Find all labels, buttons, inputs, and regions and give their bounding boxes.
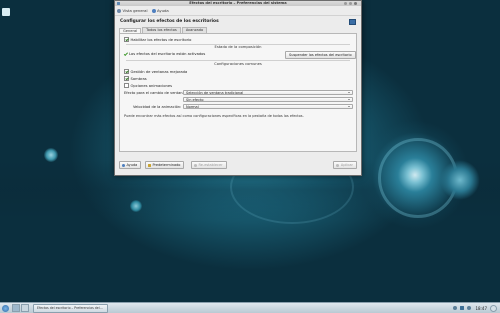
application-launcher-icon[interactable] <box>2 304 9 312</box>
pager-desktop-1[interactable] <box>12 304 20 312</box>
window-switch-label: Efecto para el cambio de ventana: <box>124 91 186 95</box>
common-section-title: Configuraciones comunes <box>214 62 262 66</box>
option-improved-window-management[interactable]: Gestión de ventanas mejorada <box>124 69 187 74</box>
taskbar-task-settings[interactable]: Efectos del escritorio – Preferencias de… <box>33 303 108 313</box>
toolbar: Vista general Ayuda <box>115 6 361 16</box>
wallpaper-orb-small <box>44 148 58 162</box>
minimize-icon[interactable] <box>344 2 347 5</box>
enable-effects-checkbox[interactable] <box>124 37 129 42</box>
compositing-status-text: Los efectos del escritorio están activad… <box>129 52 206 56</box>
apply-button[interactable]: Aplicar <box>333 161 357 169</box>
option-animations[interactable]: Opciones animaciones <box>124 83 172 88</box>
system-tray: 18:47 <box>453 304 497 312</box>
wallpaper-orb-medium <box>440 160 480 200</box>
window-switch-select[interactable]: Selección de ventana tradicional <box>183 90 353 95</box>
chevron-down-icon <box>348 92 350 94</box>
button-bar: Ayuda Predeterminado Re-establecer Aplic… <box>119 161 357 169</box>
option-shadows[interactable]: Sombras <box>124 76 147 81</box>
compositing-status: Los efectos del escritorio están activad… <box>124 52 205 56</box>
maximize-icon[interactable] <box>349 2 352 5</box>
suspend-effects-button[interactable]: Suspender los efectos del escritorio <box>285 51 356 59</box>
option-checkbox[interactable] <box>124 76 129 81</box>
overview-button[interactable]: Vista general <box>117 8 148 13</box>
volume-icon[interactable] <box>467 306 472 310</box>
module-header: Configurar los efectos de los escritorio… <box>115 16 361 27</box>
option-checkbox[interactable] <box>124 83 129 88</box>
reset-icon <box>194 163 197 167</box>
enable-effects-row[interactable]: Habilitar los efectos de escritorio <box>124 37 191 42</box>
compositing-section-title: Estado de la composición <box>214 45 262 49</box>
wallpaper-orb-small-2 <box>130 200 142 212</box>
help-icon <box>151 8 156 13</box>
option-label: Gestión de ventanas mejorada <box>130 69 188 74</box>
help-button-label: Ayuda <box>126 163 138 167</box>
checkmark-icon <box>124 52 128 56</box>
window-titlebar[interactable]: Efectos del escritorio – Preferencias de… <box>115 1 361 6</box>
clock[interactable]: 18:47 <box>475 306 487 311</box>
anim-speed-value: Normal <box>186 105 199 109</box>
help-button[interactable]: Ayuda <box>119 161 142 169</box>
option-label: Opciones animaciones <box>130 83 173 88</box>
desktop-switch-value: Sin efecto <box>186 98 204 102</box>
close-icon[interactable] <box>354 2 357 5</box>
taskbar: Efectos del escritorio – Preferencias de… <box>0 302 500 313</box>
help-icon <box>122 163 125 167</box>
system-settings-window: Efectos del escritorio – Preferencias de… <box>114 0 362 176</box>
battery-icon[interactable] <box>460 306 465 310</box>
apply-icon <box>336 163 340 167</box>
help-toolbar-label: Ayuda <box>157 8 169 13</box>
more-effects-note: Puede encontrar más efectos así como con… <box>124 114 304 118</box>
window-title: Efectos del escritorio – Preferencias de… <box>189 1 287 5</box>
settings-app-icon <box>117 1 120 5</box>
desktop-pager <box>12 304 29 312</box>
reset-button[interactable]: Re-establecer <box>191 161 227 169</box>
help-toolbar-button[interactable]: Ayuda <box>151 8 169 13</box>
anim-speed-label: Velocidad de la animación: <box>133 105 182 109</box>
option-checkbox[interactable] <box>124 69 129 74</box>
defaults-icon <box>148 163 151 167</box>
monitor-icon <box>349 18 356 25</box>
enable-effects-label: Habilitar los efectos de escritorio <box>130 37 192 42</box>
module-title: Configurar los efectos de los escritorio… <box>120 19 219 24</box>
defaults-button-label: Predeterminado <box>152 163 181 167</box>
overview-label: Vista general <box>122 8 148 13</box>
overview-icon <box>117 8 121 13</box>
general-panel: Habilitar los efectos de escritorio Esta… <box>119 33 357 152</box>
desktop-switch-select[interactable]: Sin efecto <box>183 97 353 102</box>
divider <box>126 60 350 61</box>
chevron-down-icon <box>348 99 350 101</box>
defaults-button[interactable]: Predeterminado <box>145 161 185 169</box>
pager-desktop-2[interactable] <box>21 304 29 312</box>
reset-button-label: Re-establecer <box>198 163 223 167</box>
apply-button-label: Aplicar <box>340 163 353 167</box>
panel-toolbox-icon[interactable] <box>490 304 497 312</box>
anim-speed-select[interactable]: Normal <box>183 104 353 109</box>
network-icon[interactable] <box>453 306 458 310</box>
option-label: Sombras <box>130 76 147 81</box>
window-switch-value: Selección de ventana tradicional <box>186 91 244 95</box>
desktop-folder-icon[interactable] <box>2 8 10 16</box>
chevron-down-icon <box>348 106 350 108</box>
